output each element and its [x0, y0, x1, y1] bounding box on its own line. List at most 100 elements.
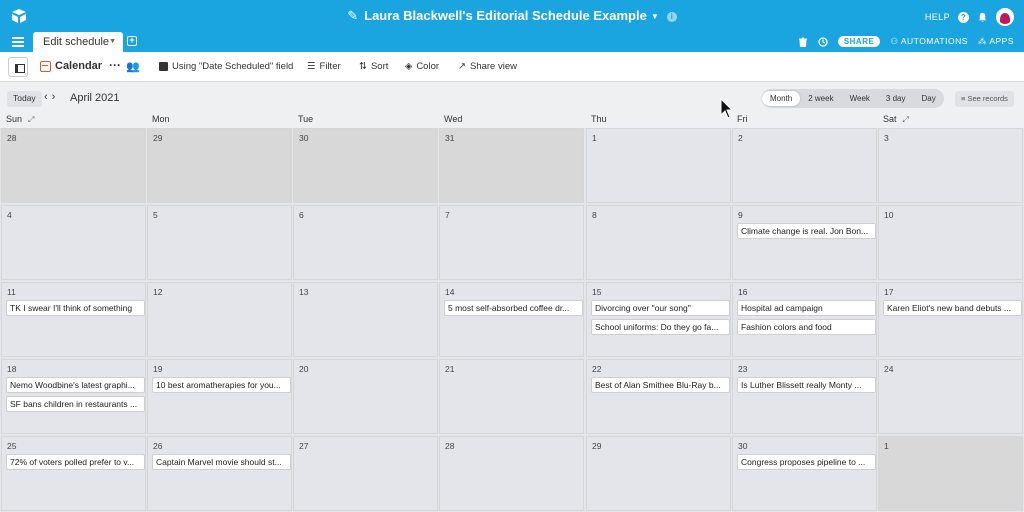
calendar-day-cell[interactable]: 12 — [147, 282, 292, 357]
filter-icon: ☰ — [307, 61, 316, 72]
weekday-label: Wed — [444, 114, 463, 124]
color-button[interactable]: ◈ Color — [405, 61, 439, 72]
calendar-day-cell[interactable]: 8 — [586, 205, 731, 280]
event-card[interactable]: Best of Alan Smithee Blu-Ray b... — [591, 377, 730, 393]
calendar-day-cell[interactable]: 26 Captain Marvel movie should st... — [147, 436, 292, 511]
share-view-label: Share view — [469, 61, 517, 72]
expand-icon[interactable]: ⤢ — [903, 115, 909, 124]
event-card[interactable]: Hospital ad campaign — [737, 300, 876, 316]
weekday-label: Sat — [883, 114, 897, 124]
view-switcher[interactable]: Calendar — [40, 60, 102, 72]
event-card[interactable]: Congress proposes pipeline to ... — [737, 454, 876, 470]
question-icon[interactable]: ? — [958, 11, 969, 23]
event-card[interactable]: Karen Eliot's new band debuts ... — [883, 300, 1022, 316]
hamburger-menu-icon[interactable] — [12, 37, 24, 47]
calendar-day-cell[interactable]: 24 — [878, 359, 1023, 434]
event-card[interactable]: Is Luther Blissett really Monty ... — [737, 377, 876, 393]
tab-edit-schedule[interactable]: Edit schedule ▼ — [33, 32, 123, 52]
calendar-day-cell[interactable]: 15 Divorcing over "our song" School unifor… — [586, 282, 731, 357]
help-link[interactable]: HELP — [925, 12, 950, 22]
base-title[interactable]: ✎ Laura Blackwell's Editorial Schedule Ex… — [0, 8, 1024, 24]
calendar-day-cell[interactable]: 23 Is Luther Blissett really Monty ... — [732, 359, 877, 434]
day-number: 11 — [7, 287, 16, 297]
filter-button[interactable]: ☰ Filter — [307, 61, 341, 72]
collaborators-icon[interactable]: 👥 — [126, 60, 140, 73]
trash-icon[interactable] — [798, 37, 808, 47]
calendar-day-cell[interactable]: 13 — [293, 282, 438, 357]
event-card[interactable]: School uniforms: Do they go fa... — [591, 319, 730, 335]
calendar-day-cell[interactable]: 16 Hospital ad campaign Fashion colors and… — [732, 282, 877, 357]
see-records-button[interactable]: ≡ See records — [955, 91, 1014, 107]
calendar-day-cell[interactable]: 5 — [147, 205, 292, 280]
calendar-day-cell[interactable]: 9 Climate change is real. Jon Bon... — [732, 205, 877, 280]
calendar-day-cell[interactable]: 27 — [293, 436, 438, 511]
automations-label: AUTOMATIONS — [900, 36, 968, 46]
weekday-label: Mon — [152, 114, 170, 124]
event-card[interactable]: 72% of voters polled prefer to v... — [6, 454, 145, 470]
event-card[interactable]: Climate change is real. Jon Bon... — [737, 223, 876, 239]
range-day[interactable]: Day — [913, 91, 943, 106]
calendar-day-cell[interactable]: 2 — [732, 128, 877, 203]
calendar-day-cell[interactable]: 6 — [293, 205, 438, 280]
event-card[interactable]: 10 best aromatherapies for you... — [152, 377, 291, 393]
share-button[interactable]: SHARE — [837, 36, 881, 47]
day-number: 27 — [299, 441, 309, 451]
history-icon[interactable] — [818, 36, 828, 47]
calendar-day-cell[interactable]: 4 — [1, 205, 146, 280]
sidebar-toggle-button[interactable] — [8, 57, 28, 77]
calendar-day-cell[interactable]: 17 Karen Eliot's new band debuts ... — [878, 282, 1023, 357]
calendar-day-cell[interactable]: 28 — [1, 128, 146, 203]
event-card[interactable]: TK I swear I'll think of something — [6, 300, 145, 316]
calendar-day-cell[interactable]: 14 5 most self-absorbed coffee dr... — [439, 282, 584, 357]
range-week[interactable]: Week — [842, 91, 878, 106]
event-card[interactable]: Nemo Woodbine's latest graphi... — [6, 377, 145, 393]
event-card[interactable]: Divorcing over "our song" — [591, 300, 730, 316]
calendar-day-cell[interactable]: 10 — [878, 205, 1023, 280]
chevron-down-icon[interactable]: ▼ — [109, 38, 116, 45]
sort-button[interactable]: ⇅ Sort — [359, 61, 388, 72]
chevron-left-icon[interactable]: ‹ — [44, 91, 52, 103]
weekday-sun: Sun ⤢ — [6, 114, 34, 125]
calendar-day-cell[interactable]: 22 Best of Alan Smithee Blu-Ray b... — [586, 359, 731, 434]
calendar-day-cell[interactable]: 29 — [147, 128, 292, 203]
calendar-day-cell[interactable]: 1 — [586, 128, 731, 203]
info-icon[interactable]: i — [666, 11, 677, 22]
automations-button[interactable]: ⚇ AUTOMATIONS — [890, 36, 968, 47]
calendar-day-cell[interactable]: 3 — [878, 128, 1023, 203]
calendar-day-cell[interactable]: 21 — [439, 359, 584, 434]
day-number: 15 — [592, 287, 602, 297]
range-month[interactable]: Month — [762, 91, 801, 106]
calendar-day-cell[interactable]: 7 — [439, 205, 584, 280]
calendar-day-cell[interactable]: 31 — [439, 128, 584, 203]
chevron-down-icon[interactable]: ▼ — [651, 12, 659, 21]
expand-icon[interactable]: ⤢ — [28, 115, 34, 124]
avatar[interactable] — [996, 8, 1014, 26]
date-field-button[interactable]: Using "Date Scheduled" field — [159, 61, 293, 72]
chevron-right-icon[interactable]: › — [52, 91, 60, 103]
calendar-day-cell[interactable]: 11 TK I swear I'll think of something — [1, 282, 146, 357]
calendar-day-cell[interactable]: 28 — [439, 436, 584, 511]
apps-button[interactable]: ⁂ APPS — [978, 36, 1014, 47]
event-card[interactable]: Captain Marvel movie should st... — [152, 454, 291, 470]
calendar-day-cell[interactable]: 20 — [293, 359, 438, 434]
calendar-day-cell[interactable]: 30 — [293, 128, 438, 203]
calendar-day-cell[interactable]: 25 72% of voters polled prefer to v... — [1, 436, 146, 511]
calendar-day-cell[interactable]: 29 — [586, 436, 731, 511]
more-options-icon[interactable]: ··· — [109, 58, 121, 72]
add-tab-icon[interactable]: + — [127, 36, 137, 46]
calendar-day-cell[interactable]: 30 Congress proposes pipeline to ... — [732, 436, 877, 511]
calendar-day-cell[interactable]: 18 Nemo Woodbine's latest graphi... SF ban… — [1, 359, 146, 434]
today-button[interactable]: Today — [7, 91, 42, 107]
range-2-week[interactable]: 2 week — [800, 91, 841, 106]
event-card[interactable]: 5 most self-absorbed coffee dr... — [444, 300, 583, 316]
event-card[interactable]: Fashion colors and food — [737, 319, 876, 335]
bell-icon[interactable] — [977, 12, 988, 23]
calendar-day-cell[interactable]: 1 — [878, 436, 1023, 511]
event-card[interactable]: SF bans children in restaurants ... — [6, 396, 145, 412]
share-view-icon: ↗ — [458, 61, 466, 72]
day-number: 6 — [299, 210, 304, 220]
share-view-button[interactable]: ↗ Share view — [458, 61, 517, 72]
calendar-day-cell[interactable]: 19 10 best aromatherapies for you... — [147, 359, 292, 434]
range-3-day[interactable]: 3 day — [878, 91, 914, 106]
pencil-icon: ✎ — [347, 8, 359, 23]
